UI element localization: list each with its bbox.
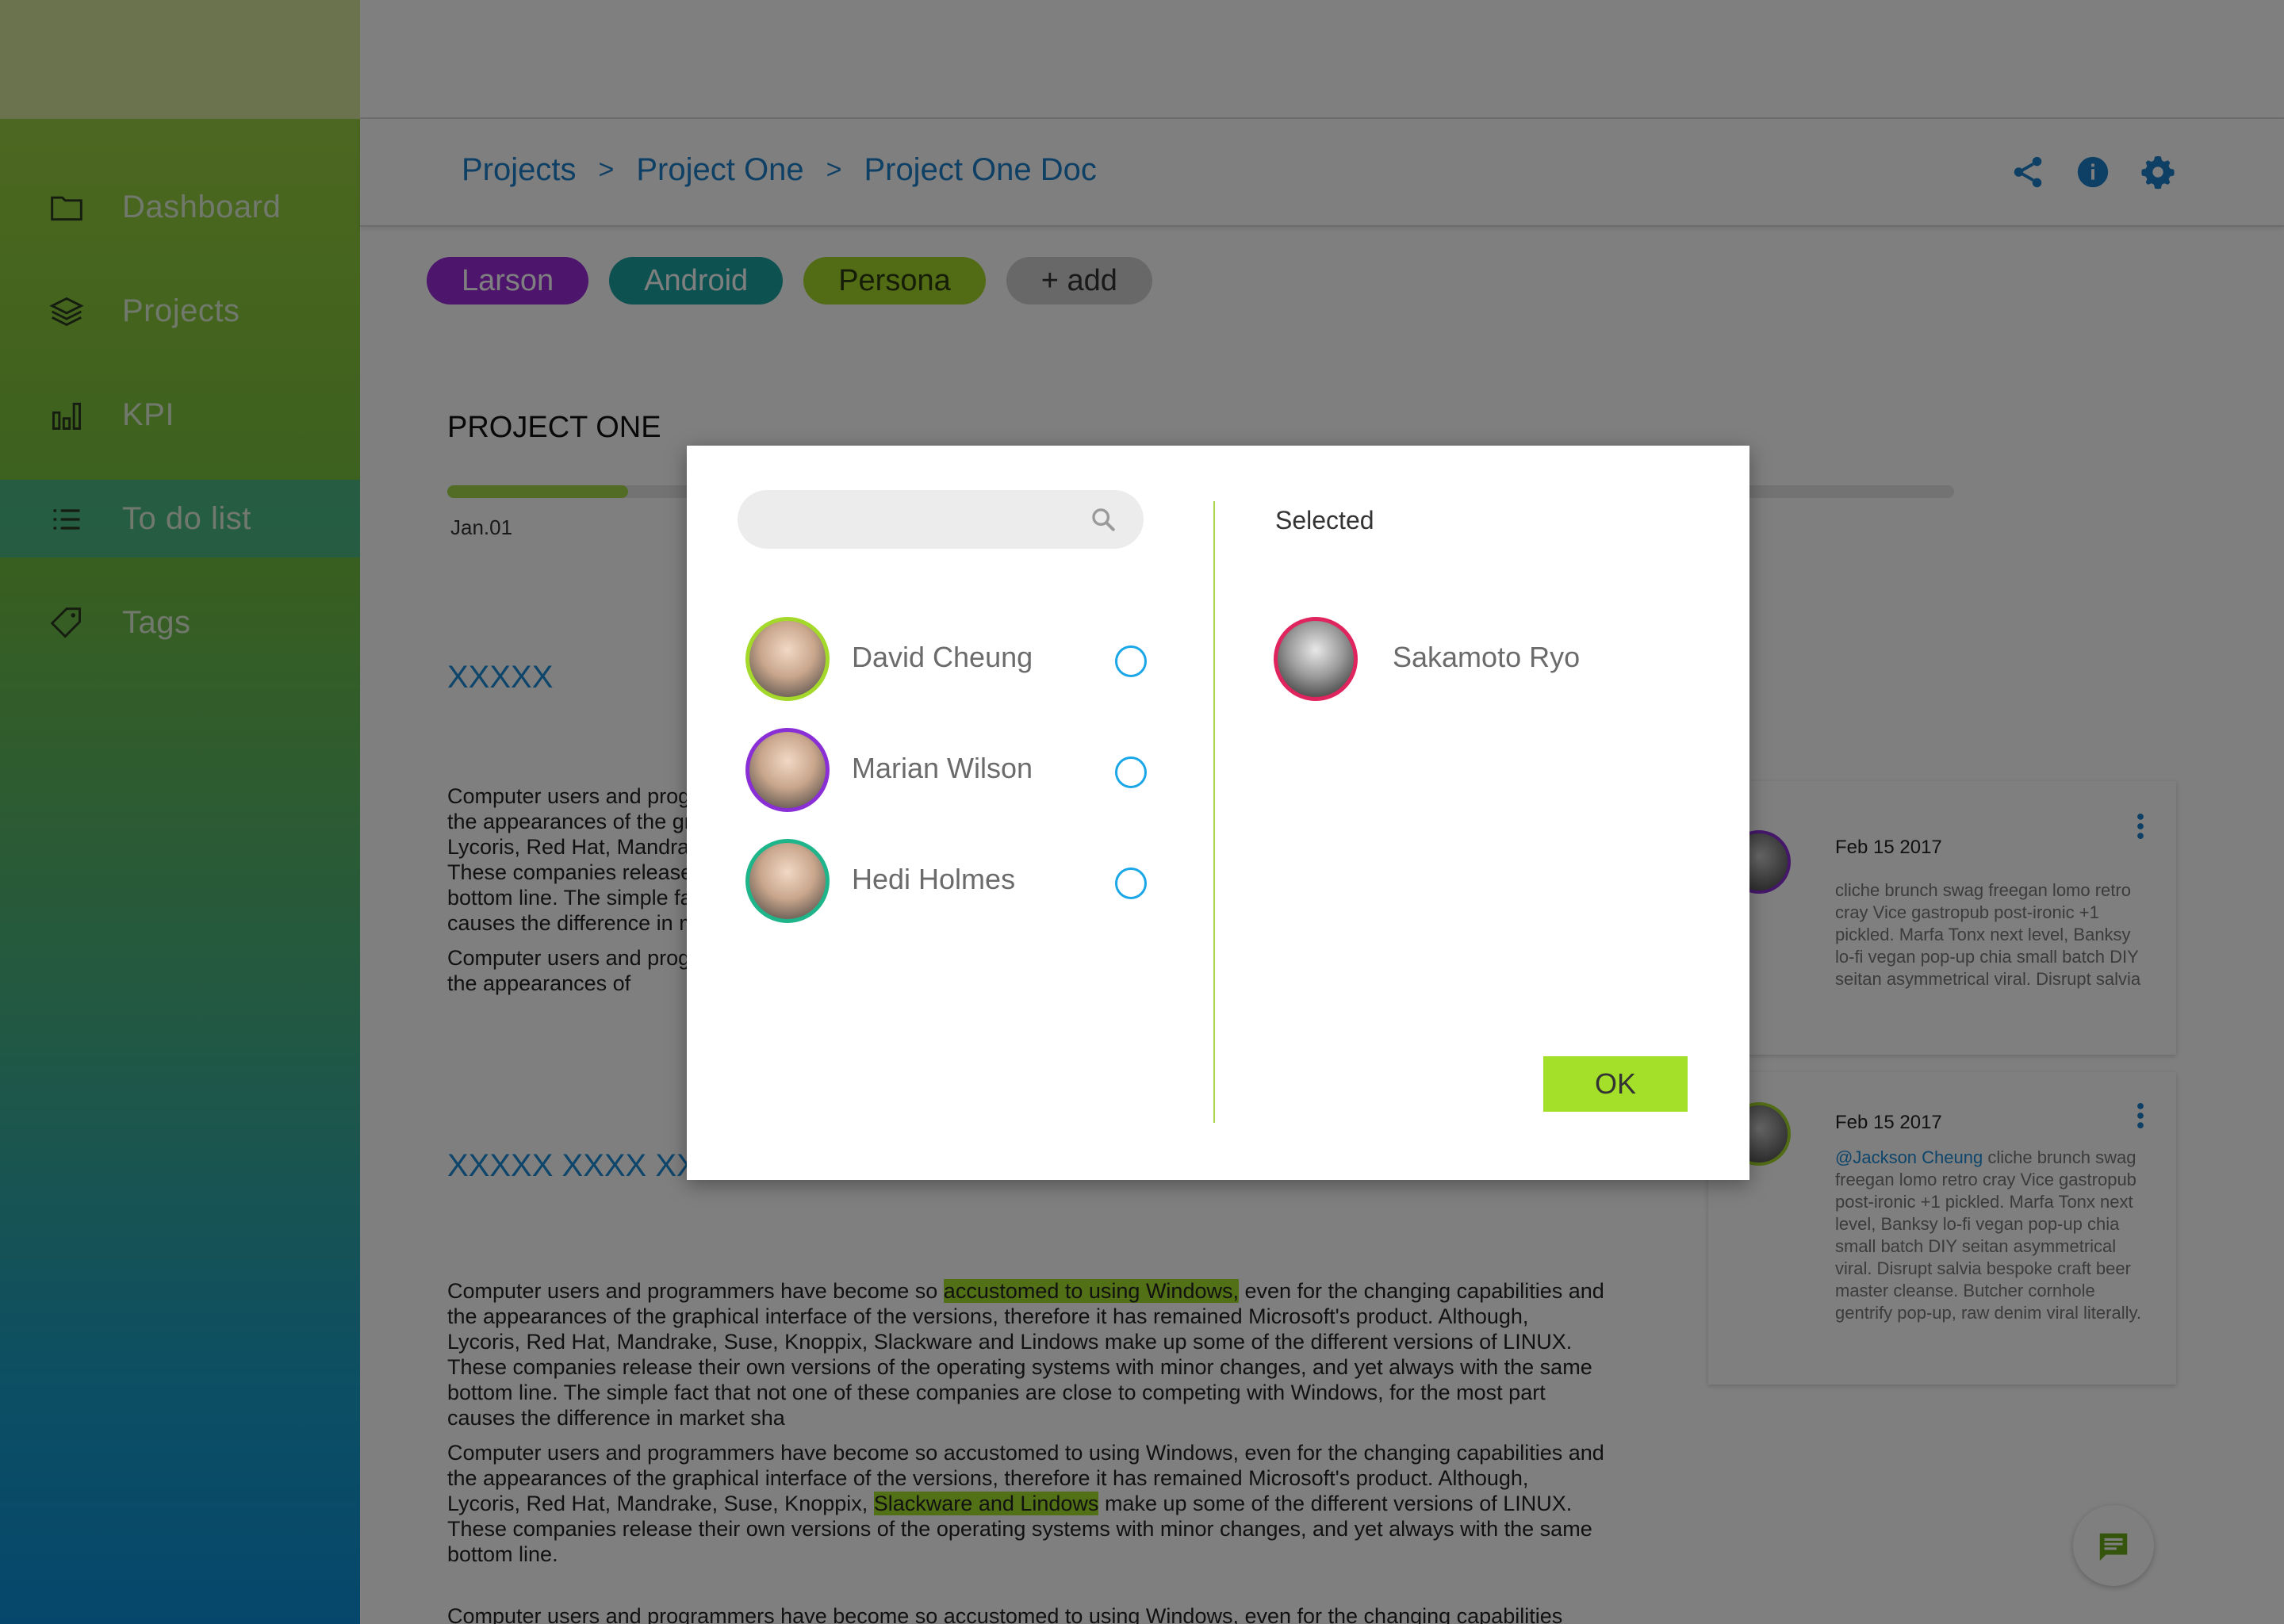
person-name: Marian Wilson [852, 752, 1033, 784]
avatar [1274, 617, 1358, 701]
person-list-item[interactable]: David Cheung [745, 617, 1166, 704]
select-radio[interactable] [1115, 645, 1147, 677]
person-name: Hedi Holmes [852, 863, 1016, 895]
person-list-item[interactable]: Marian Wilson [745, 728, 1166, 815]
select-radio[interactable] [1115, 756, 1147, 788]
avatar [745, 839, 830, 923]
person-name: Sakamoto Ryo [1393, 641, 1581, 673]
select-people-dialog: David Cheung Marian Wilson Hedi Holmes S… [687, 446, 1749, 1180]
avatar [745, 617, 830, 701]
search-input[interactable] [761, 500, 1094, 539]
ok-button[interactable]: OK [1543, 1056, 1688, 1112]
select-radio[interactable] [1115, 868, 1147, 899]
selected-person-item[interactable]: Sakamoto Ryo [1274, 617, 1670, 704]
search-box [738, 490, 1144, 549]
selected-heading: Selected [1275, 506, 1374, 534]
avatar [745, 728, 830, 812]
dialog-divider [1213, 501, 1215, 1123]
person-list-item[interactable]: Hedi Holmes [745, 839, 1166, 926]
person-name: David Cheung [852, 641, 1033, 673]
search-icon[interactable] [1090, 506, 1117, 533]
